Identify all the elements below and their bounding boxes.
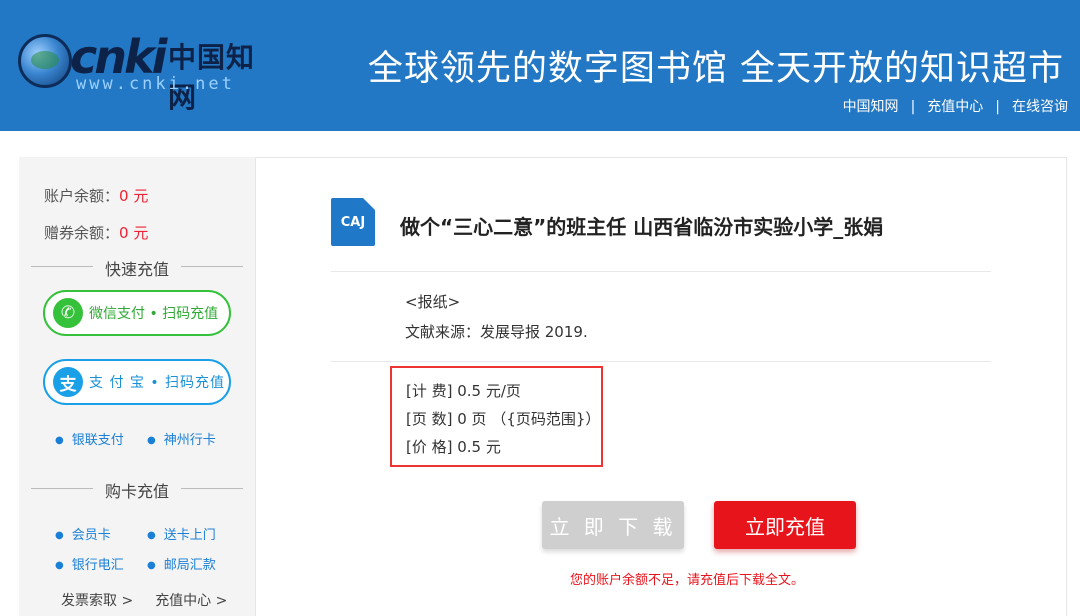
member-card-link[interactable]: 会员卡 xyxy=(55,524,147,543)
shenzhouxing-card-link[interactable]: 神州行卡 xyxy=(147,429,239,448)
total-price: [价 格] 0.5 元 xyxy=(406,438,501,456)
account-balance: 账户余额：0 元 xyxy=(44,185,148,206)
account-balance-value: 0 xyxy=(119,187,129,205)
card-recharge-title: 购卡充值 xyxy=(31,478,243,502)
document-panel: CAJ 做个“三心二意”的班主任 山西省临汾市实验小学_张娟 <报纸> 文献来源… xyxy=(255,157,1067,616)
document-title: 做个“三心二意”的班主任 山西省临汾市实验小学_张娟 xyxy=(400,215,884,239)
coupon-balance: 赠券余额：0 元 xyxy=(44,222,148,243)
wechat-pay-button[interactable]: ✆ 微信支付 • 扫码充值 xyxy=(43,290,231,336)
link-separator: | xyxy=(995,99,1000,115)
link-recharge-center[interactable]: 充值中心 xyxy=(927,99,983,115)
download-now-button[interactable]: 立 即 下 载 xyxy=(542,501,684,549)
coupon-balance-value: 0 xyxy=(119,224,129,242)
alipay-button[interactable]: 支 支 付 宝 • 扫码充值 xyxy=(43,359,231,405)
sidebar-bottom-links: 发票索取 > 充值中心 > xyxy=(61,590,249,610)
wechat-pay-label: 微信支付 • 扫码充值 xyxy=(89,306,219,322)
alipay-icon: 支 xyxy=(53,367,83,397)
coupon-balance-label: 赠券余额： xyxy=(44,224,120,242)
postal-remittance-link[interactable]: 邮局汇款 xyxy=(147,554,239,573)
link-cnki-home[interactable]: 中国知网 xyxy=(843,99,899,115)
currency-label: 元 xyxy=(133,224,149,242)
recharge-center-link[interactable]: 充值中心 > xyxy=(155,593,227,609)
bank-transfer-link[interactable]: 银行电汇 xyxy=(55,554,147,573)
document-source: 文献来源：发展导报 2019. xyxy=(405,323,588,341)
wechat-icon: ✆ xyxy=(53,298,83,328)
quick-recharge-title: 快速充值 xyxy=(31,256,243,280)
header-slogan: 全球领先的数字图书馆 全天开放的知识超市 xyxy=(367,49,1064,89)
quick-links-row: 银联支付神州行卡 xyxy=(55,429,239,448)
card-delivery-link[interactable]: 送卡上门 xyxy=(147,524,239,543)
unionpay-link[interactable]: 银联支付 xyxy=(55,429,147,448)
recharge-sidebar: 账户余额：0 元 赠券余额：0 元 快速充值 ✆ 微信支付 • 扫码充值 支 支… xyxy=(19,157,255,616)
divider xyxy=(331,361,991,362)
page-count: [页 数] 0 页 （{页码范围}） xyxy=(406,410,601,428)
caj-file-icon-label: CAJ xyxy=(340,215,366,230)
fee-per-page: [计 费] 0.5 元/页 xyxy=(406,382,521,400)
account-balance-label: 账户余额： xyxy=(44,187,120,205)
link-online-consult[interactable]: 在线咨询 xyxy=(1012,99,1068,115)
card-links-row-2: 银行电汇邮局汇款 xyxy=(55,554,239,573)
card-links-row-1: 会员卡送卡上门 xyxy=(55,524,239,543)
alipay-label: 支 付 宝 • 扫码充值 xyxy=(89,375,226,391)
price-info-box: [计 费] 0.5 元/页 [页 数] 0 页 （{页码范围}） [价 格] 0… xyxy=(390,366,603,467)
insufficient-balance-notice: 您的账户余额不足，请充值后下载全文。 xyxy=(570,573,805,588)
recharge-now-button[interactable]: 立即充值 xyxy=(714,501,856,549)
link-separator: | xyxy=(910,99,916,115)
header-bar: cnki 中国知网 www.cnki.net 全球领先的数字图书馆 全天开放的知… xyxy=(0,0,1080,131)
document-type: <报纸> xyxy=(405,293,461,311)
logo-url: www.cnki.net xyxy=(76,74,235,94)
cnki-logo[interactable]: cnki 中国知网 www.cnki.net xyxy=(18,30,258,114)
invoice-request-link[interactable]: 发票索取 > xyxy=(61,593,133,609)
header-links: 中国知网 | 充值中心 | 在线咨询 xyxy=(843,96,1068,116)
caj-file-icon: CAJ xyxy=(331,198,375,246)
currency-label: 元 xyxy=(133,187,149,205)
globe-icon xyxy=(18,34,72,88)
divider xyxy=(331,271,991,272)
